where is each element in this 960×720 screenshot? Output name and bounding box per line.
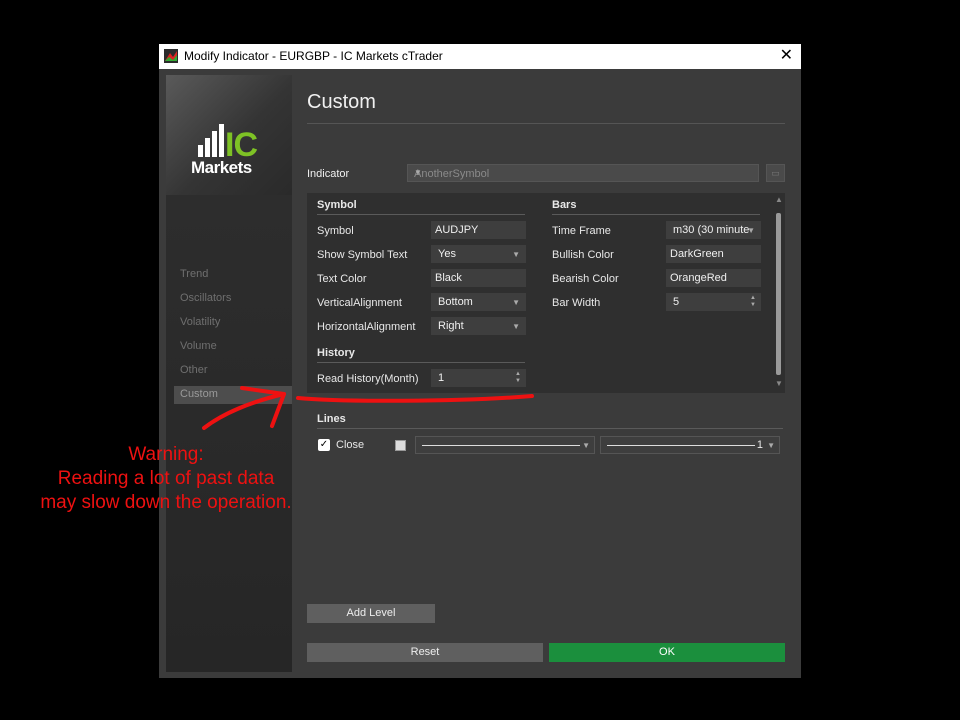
annotation-arrow — [202, 386, 534, 430]
warning-line-1: Warning: — [128, 444, 204, 465]
warning-line-2: Reading a lot of past data — [57, 468, 275, 489]
warning-annotation: Warning: Reading a lot of past data may … — [20, 443, 312, 515]
warning-line-3: may slow down the operation. — [40, 492, 292, 513]
